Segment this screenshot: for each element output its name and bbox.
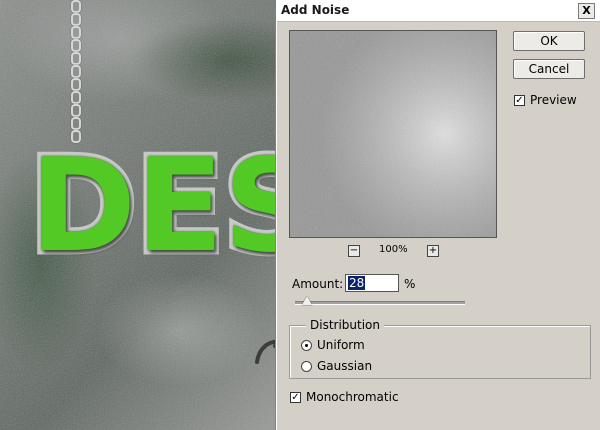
checkmark-icon: ✓	[515, 95, 524, 106]
title-bar[interactable]: Add Noise X	[277, 1, 600, 22]
amount-unit: %	[404, 277, 416, 291]
amount-value: 28	[348, 276, 366, 290]
preview-label: Preview	[530, 93, 577, 107]
radio-selected-dot	[305, 344, 308, 347]
checkmark-icon: ✓	[291, 392, 300, 403]
monochromatic-label: Monochromatic	[306, 390, 399, 404]
dialog-title: Add Noise	[281, 3, 350, 17]
add-noise-dialog: Add Noise X − 100% + OK Cancel ✓ Preview	[276, 0, 600, 430]
gaussian-radio[interactable]	[301, 361, 312, 372]
artwork-text: DES	[30, 132, 280, 282]
uniform-label: Uniform	[317, 338, 365, 352]
zoom-level: 100%	[379, 244, 408, 255]
noise-preview[interactable]	[289, 30, 497, 238]
amount-slider-track[interactable]	[295, 301, 465, 305]
chain-decoration	[70, 0, 82, 150]
cancel-button[interactable]: Cancel	[513, 59, 585, 79]
amount-label: Amount:	[292, 277, 344, 291]
ok-button[interactable]: OK	[513, 31, 585, 51]
distribution-label: Distribution	[306, 318, 385, 332]
amount-slider-thumb[interactable]	[301, 296, 312, 305]
preview-checkbox[interactable]: ✓	[514, 95, 525, 106]
gaussian-label: Gaussian	[317, 359, 373, 373]
zoom-in-button[interactable]: +	[427, 245, 439, 257]
preview-noise-image	[290, 31, 496, 237]
uniform-radio[interactable]	[301, 340, 312, 351]
close-button[interactable]: X	[578, 3, 595, 19]
monochromatic-checkbox[interactable]: ✓	[290, 392, 301, 403]
zoom-out-button[interactable]: −	[348, 245, 360, 257]
amount-input[interactable]: 28	[345, 274, 399, 292]
